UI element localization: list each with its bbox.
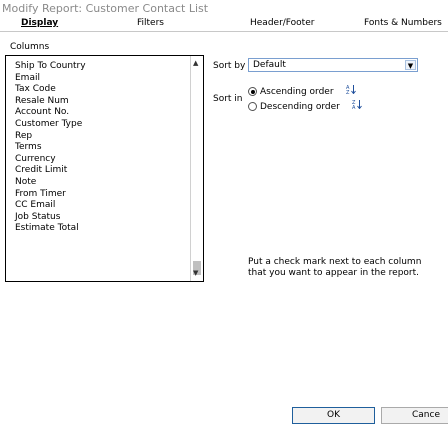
list-item[interactable]: From Timer <box>15 189 185 201</box>
columns-label: Columns <box>10 42 50 52</box>
columns-list: Ship To Country Email Tax Code Resale Nu… <box>15 61 185 235</box>
list-item[interactable]: Rep <box>15 131 185 143</box>
list-item[interactable]: Tax Code <box>15 84 185 96</box>
list-item[interactable]: Account No. <box>15 107 185 119</box>
sort-by-label: Sort by <box>213 61 246 71</box>
tab-fonts-numbers[interactable]: Fonts & Numbers <box>364 15 442 31</box>
chevron-down-icon[interactable]: ▼ <box>405 60 416 70</box>
list-item[interactable]: Resale Num <box>15 96 185 108</box>
list-item[interactable]: Currency <box>15 154 185 166</box>
scroll-up-arrow-icon[interactable]: ▲ <box>193 59 198 67</box>
scroll-down-arrow-icon[interactable]: ▼ <box>193 269 198 277</box>
descending-label: Descending order <box>260 102 340 112</box>
descending-radio-row[interactable]: Descending order Z A <box>248 99 362 112</box>
window-title: Modify Report: Customer Contact List <box>2 2 209 15</box>
tab-header-footer[interactable]: Header/Footer <box>250 15 314 31</box>
hint-line-1: Put a check mark next to each column <box>248 257 422 267</box>
hint-text: Put a check mark next to each column tha… <box>248 257 421 279</box>
tab-divider <box>0 31 448 32</box>
columns-scrollbar[interactable]: ▲ ▼ <box>190 56 203 281</box>
sort-by-value: Default <box>253 60 286 70</box>
ascending-radio[interactable] <box>248 87 257 96</box>
sort-by-select[interactable]: Default ▼ <box>248 58 418 72</box>
tab-display[interactable]: Display <box>21 15 58 31</box>
svg-text:A: A <box>352 105 356 109</box>
ascending-label: Ascending order <box>260 87 334 97</box>
columns-listbox[interactable]: Ship To Country Email Tax Code Resale Nu… <box>5 55 204 282</box>
descending-radio[interactable] <box>248 102 257 111</box>
list-item[interactable]: Estimate Total <box>15 223 185 235</box>
sort-ascending-icon: AZ <box>346 84 356 99</box>
hint-line-2: that you want to appear in the report. <box>248 268 419 278</box>
list-item[interactable]: Email <box>15 73 185 85</box>
list-item[interactable]: Note <box>15 177 185 189</box>
list-item[interactable]: Terms <box>15 142 185 154</box>
ok-button[interactable]: OK <box>292 407 375 424</box>
svg-text:Z: Z <box>346 90 350 94</box>
tab-filters[interactable]: Filters <box>137 15 164 31</box>
list-item[interactable]: Customer Type <box>15 119 185 131</box>
sort-in-label: Sort in <box>213 94 243 104</box>
list-item[interactable]: Credit Limit <box>15 165 185 177</box>
sort-descending-icon: ZA <box>352 99 362 114</box>
list-item[interactable]: Job Status <box>15 212 185 224</box>
cancel-button[interactable]: Cance <box>381 407 448 424</box>
list-item[interactable]: Ship To Country <box>15 61 185 73</box>
ascending-radio-row[interactable]: Ascending order A Z <box>248 84 356 97</box>
list-item[interactable]: CC Email <box>15 200 185 212</box>
